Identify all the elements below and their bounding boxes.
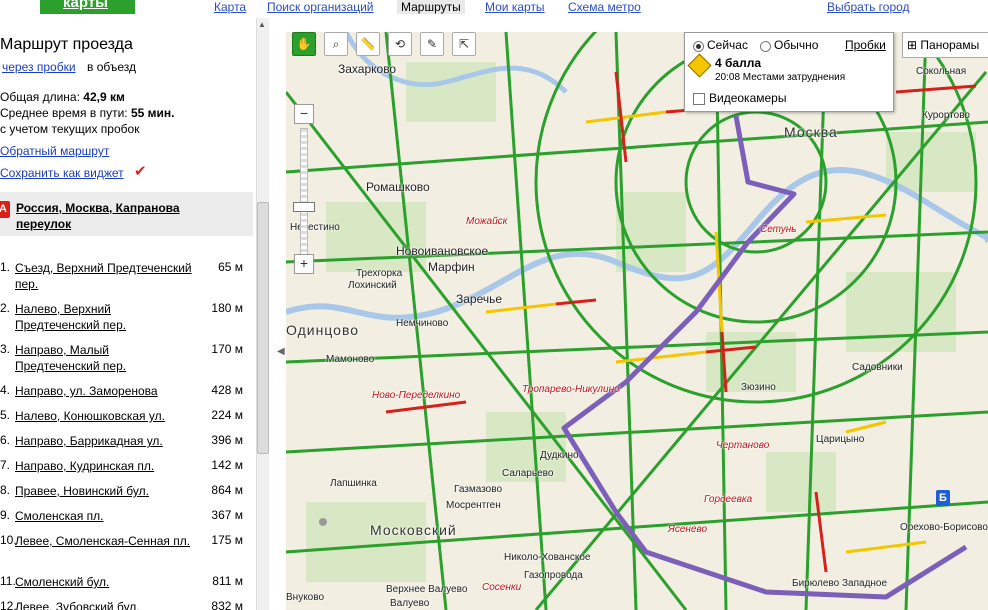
map-place-label: Гордеевка [704,494,753,505]
traffic-level-icon [687,53,712,78]
panoramas-button[interactable]: ⊞ Панорамы [902,32,988,58]
map-place-label: Валуево [390,598,430,609]
map-place-label: Ромашково [366,180,430,194]
map-place-label: Марфин [428,260,475,274]
route-panel: Маршрут проезда через пробки в объезд Об… [0,18,270,610]
traffic-level: 4 балла [715,56,762,70]
map-place-label: Сетунь [760,224,797,235]
nav-my-maps[interactable]: Мои карты [485,0,545,14]
map-place-label: Газопровода [524,570,583,581]
zoom-slider-handle[interactable] [293,202,315,212]
traffic-usual-label[interactable]: Обычно [774,38,818,52]
map-place-label: Московский [370,522,457,538]
map-place-label: Невестино [290,222,340,233]
map-place-label: Ясенево [668,524,708,535]
reverse-route-link[interactable]: Обратный маршрут [0,144,109,158]
map-place-label: Трехгорка [356,268,403,279]
map-place-label: Курортово [922,110,970,121]
map-place-label: Тропарево-Никулино [522,384,620,395]
nav-map[interactable]: Карта [214,0,246,14]
traffic-toggle-link[interactable]: Пробки [845,38,886,52]
panoramas-label: Панорамы [920,38,980,52]
map-place-label: Захарково [338,62,397,76]
map-place-label: Верхнее Валуево [386,584,468,595]
logo-text[interactable]: карты [63,0,108,11]
map-place-label: Сосенки [482,582,522,593]
map-place-label: Мосрентген [446,500,501,511]
panorama-icon: ⊞ [907,38,918,52]
ruler-icon[interactable]: 📏 [356,32,380,56]
top-navigation: карты Карта Поиск организаций Маршруты М… [0,0,988,18]
map-place-label: Мамоново [326,354,375,365]
map-place-label: Садовники [852,362,903,373]
route-title: Маршрут проезда [0,36,133,53]
map-place-label: Внуково [286,592,325,603]
hand-icon[interactable]: ✋ [292,32,316,56]
nav-routes[interactable]: Маршруты [397,0,465,14]
zoom-out-button[interactable]: − [294,104,314,124]
total-length: Общая длина: 42,9 км [0,90,125,104]
map-place-label: Сокольная [916,66,967,77]
map-place-label: Лохинский [348,280,397,291]
map-place-label: Можайск [466,216,508,227]
map-place-label: Немчиново [396,318,449,329]
map-place-label: Заречье [456,292,503,306]
map-place-label: Западное [842,578,888,589]
nav-metro-map[interactable]: Схема метро [568,0,641,14]
map-place-label: Ново-Переделкино [372,390,461,401]
start-address-link[interactable]: Россия, Москва, Капранова переулок [16,200,206,232]
traffic-status: 20:08 Местами затруднения [715,72,846,83]
zoom-area-icon[interactable]: ⌕ [324,32,348,56]
cameras-label[interactable]: Видеокамеры [709,91,786,105]
start-marker-icon: А [0,201,10,218]
map-place-label: Саларьево [502,468,554,479]
save-widget-link[interactable]: Сохранить как виджет [0,166,124,180]
zoom-slider[interactable] [300,128,308,258]
checkmark-icon: ✔ [134,163,147,180]
map-place-label: Москва [784,124,838,140]
map-place-label: Газмазово [454,484,503,495]
select-icon[interactable]: ⇱ [452,32,476,56]
nav-search-organizations[interactable]: Поиск организаций [267,0,374,14]
zoom-in-button[interactable]: + [294,254,314,274]
traffic-usual-radio[interactable] [760,41,771,52]
map-view[interactable]: Захарково Москва Ромашково Новоивановско… [286,32,988,610]
map-place-label: Николо-Хованское [504,552,591,563]
end-marker-icon[interactable]: Б [936,490,950,506]
scroll-up-icon[interactable]: ▲ [258,20,266,29]
map-place-label: Чертаново [716,440,770,451]
map-place-label: Новоивановское [396,244,489,258]
choose-city-link[interactable]: Выбрать город [827,0,910,14]
traffic-panel: Сейчас Обычно Пробки 4 балла 20:08 Места… [684,32,894,112]
map-place-label: Царицыно [816,434,865,445]
bypass-option: в объезд [87,60,137,74]
traffic-now-radio[interactable] [693,41,704,52]
map-place-label: Бирюлево [792,578,840,589]
scrollbar-thumb[interactable] [257,202,269,454]
via-traffic-option[interactable]: через пробки [2,60,76,74]
map-place-label: Одинцово [286,322,360,338]
map-place-label: Орехово-Борисово [900,522,988,533]
traffic-note: с учетом текущих пробок [0,122,140,136]
cameras-checkbox[interactable] [693,93,705,105]
balloon-icon[interactable]: ✎ [420,32,444,56]
map-place-label: Зюзино [741,382,776,393]
route-icon[interactable]: ⟲ [388,32,412,56]
collapse-panel-icon[interactable]: ◀ [277,346,285,357]
map-place-label: Дудкино [540,450,579,461]
map-place-label: Лапшинка [330,478,377,489]
average-time: Среднее время в пути: 55 мин. [0,106,175,120]
traffic-now-label[interactable]: Сейчас [707,38,748,52]
